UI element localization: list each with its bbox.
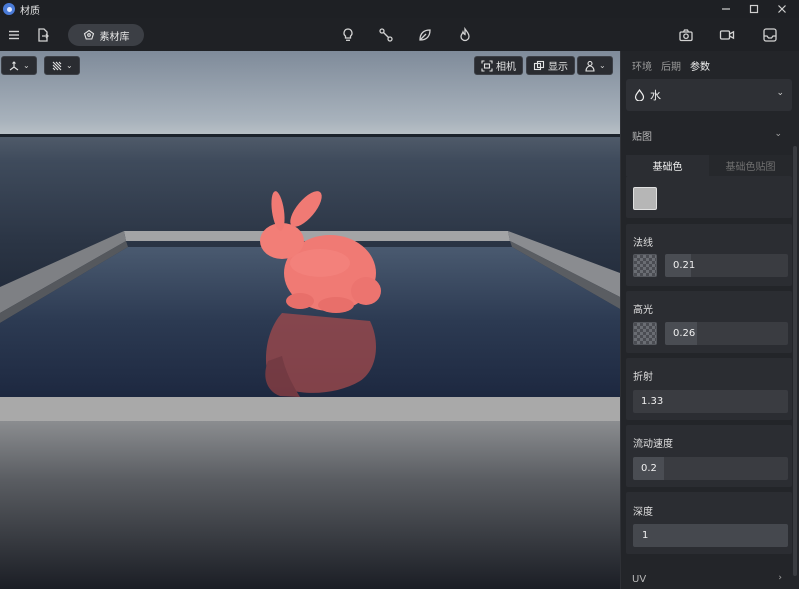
library-icon (83, 29, 94, 40)
refraction-label: 折射 (633, 372, 653, 383)
depth-value: 1 (642, 530, 649, 541)
camera-button[interactable]: 相机 (474, 56, 523, 75)
camera-label: 相机 (496, 62, 516, 73)
node-graph-icon[interactable] (376, 18, 396, 51)
uv-section-header[interactable]: UV › (621, 564, 792, 589)
scene-options-dropdown[interactable]: ⌄ (577, 56, 613, 75)
window-title: 材质 (20, 5, 40, 17)
chevron-down-icon: ⌄ (774, 129, 782, 139)
shading-mode-dropdown[interactable]: ⌄ (44, 56, 80, 75)
scene-render (0, 134, 620, 589)
texture-section-title: 贴图 (632, 131, 652, 143)
panel-tabs: 环境 后期 参数 (621, 51, 799, 79)
chevron-down-icon: ⌄ (599, 61, 606, 70)
library-label: 素材库 (99, 31, 130, 43)
minimize-icon[interactable] (712, 0, 740, 18)
specular-value: 0.26 (673, 328, 696, 339)
chevron-down-icon: ⌄ (776, 88, 784, 98)
uv-section-title: UV (632, 573, 647, 585)
refraction-value: 1.33 (641, 396, 664, 407)
light-bulb-icon[interactable] (338, 18, 358, 51)
specular-slider[interactable]: 0.26 (665, 322, 788, 345)
depth-label: 深度 (633, 507, 653, 518)
chevron-down-icon: ⌄ (23, 61, 30, 70)
chevron-right-icon: › (778, 573, 782, 583)
normal-label: 法线 (633, 238, 653, 249)
app-logo-icon (3, 3, 15, 15)
leaf-icon[interactable] (415, 18, 435, 51)
normal-value: 0.21 (673, 260, 696, 271)
tab-environment[interactable]: 环境 (632, 58, 652, 73)
transform-mode-dropdown[interactable]: ⌄ (1, 56, 37, 75)
flow-speed-label: 流动速度 (633, 439, 673, 450)
water-drop-icon (634, 89, 645, 101)
close-icon[interactable] (768, 0, 796, 18)
main-toolbar: 素材库 (0, 18, 799, 51)
material-name: 水 (650, 89, 661, 102)
base-color-swatch[interactable] (633, 187, 657, 210)
texture-section-header[interactable]: 贴图 ⌄ (621, 120, 792, 150)
render-panel-icon[interactable] (760, 18, 780, 51)
screenshot-camera-icon[interactable] (676, 18, 696, 51)
axes-gizmo-icon (9, 60, 19, 70)
title-bar: 材质 (0, 0, 799, 18)
flow-speed-slider[interactable]: 0.2 (633, 457, 788, 480)
refraction-slider[interactable]: 1.33 (633, 390, 788, 413)
display-layers-icon (533, 60, 545, 70)
video-record-icon[interactable] (717, 18, 737, 51)
flame-icon[interactable] (455, 18, 475, 51)
tab-post-processing[interactable]: 后期 (661, 58, 681, 73)
tab-parameters[interactable]: 参数 (690, 58, 710, 73)
3d-viewport[interactable]: ⌄ ⌄ 相机 显示 ⌄ (0, 51, 620, 589)
depth-field[interactable]: 1 (633, 524, 788, 547)
library-button[interactable]: 素材库 (68, 24, 144, 46)
scene-object-icon (585, 60, 595, 72)
normal-slider[interactable]: 0.21 (665, 254, 788, 277)
subtab-base-color-map[interactable]: 基础色贴图 (709, 155, 792, 176)
display-button[interactable]: 显示 (526, 56, 575, 75)
flow-speed-value: 0.2 (641, 463, 657, 474)
menu-icon[interactable] (4, 18, 24, 51)
export-file-icon[interactable] (33, 18, 53, 51)
shading-icon (52, 61, 62, 70)
maximize-icon[interactable] (740, 0, 768, 18)
camera-frame-icon (481, 59, 493, 72)
chevron-down-icon: ⌄ (66, 61, 73, 70)
panel-scrollbar[interactable] (793, 146, 797, 576)
material-type-select[interactable]: 水 ⌄ (626, 79, 792, 111)
normal-texture-slot[interactable] (633, 254, 657, 277)
display-label: 显示 (548, 62, 568, 73)
subtab-base-color[interactable]: 基础色 (626, 155, 709, 176)
properties-panel: 环境 后期 参数 水 ⌄ 贴图 ⌄ 基础色 基础色贴图 法线 0.21 高光 0… (620, 51, 799, 589)
base-color-subtabs: 基础色 基础色贴图 (626, 155, 792, 176)
specular-texture-slot[interactable] (633, 322, 657, 345)
specular-label: 高光 (633, 305, 653, 316)
